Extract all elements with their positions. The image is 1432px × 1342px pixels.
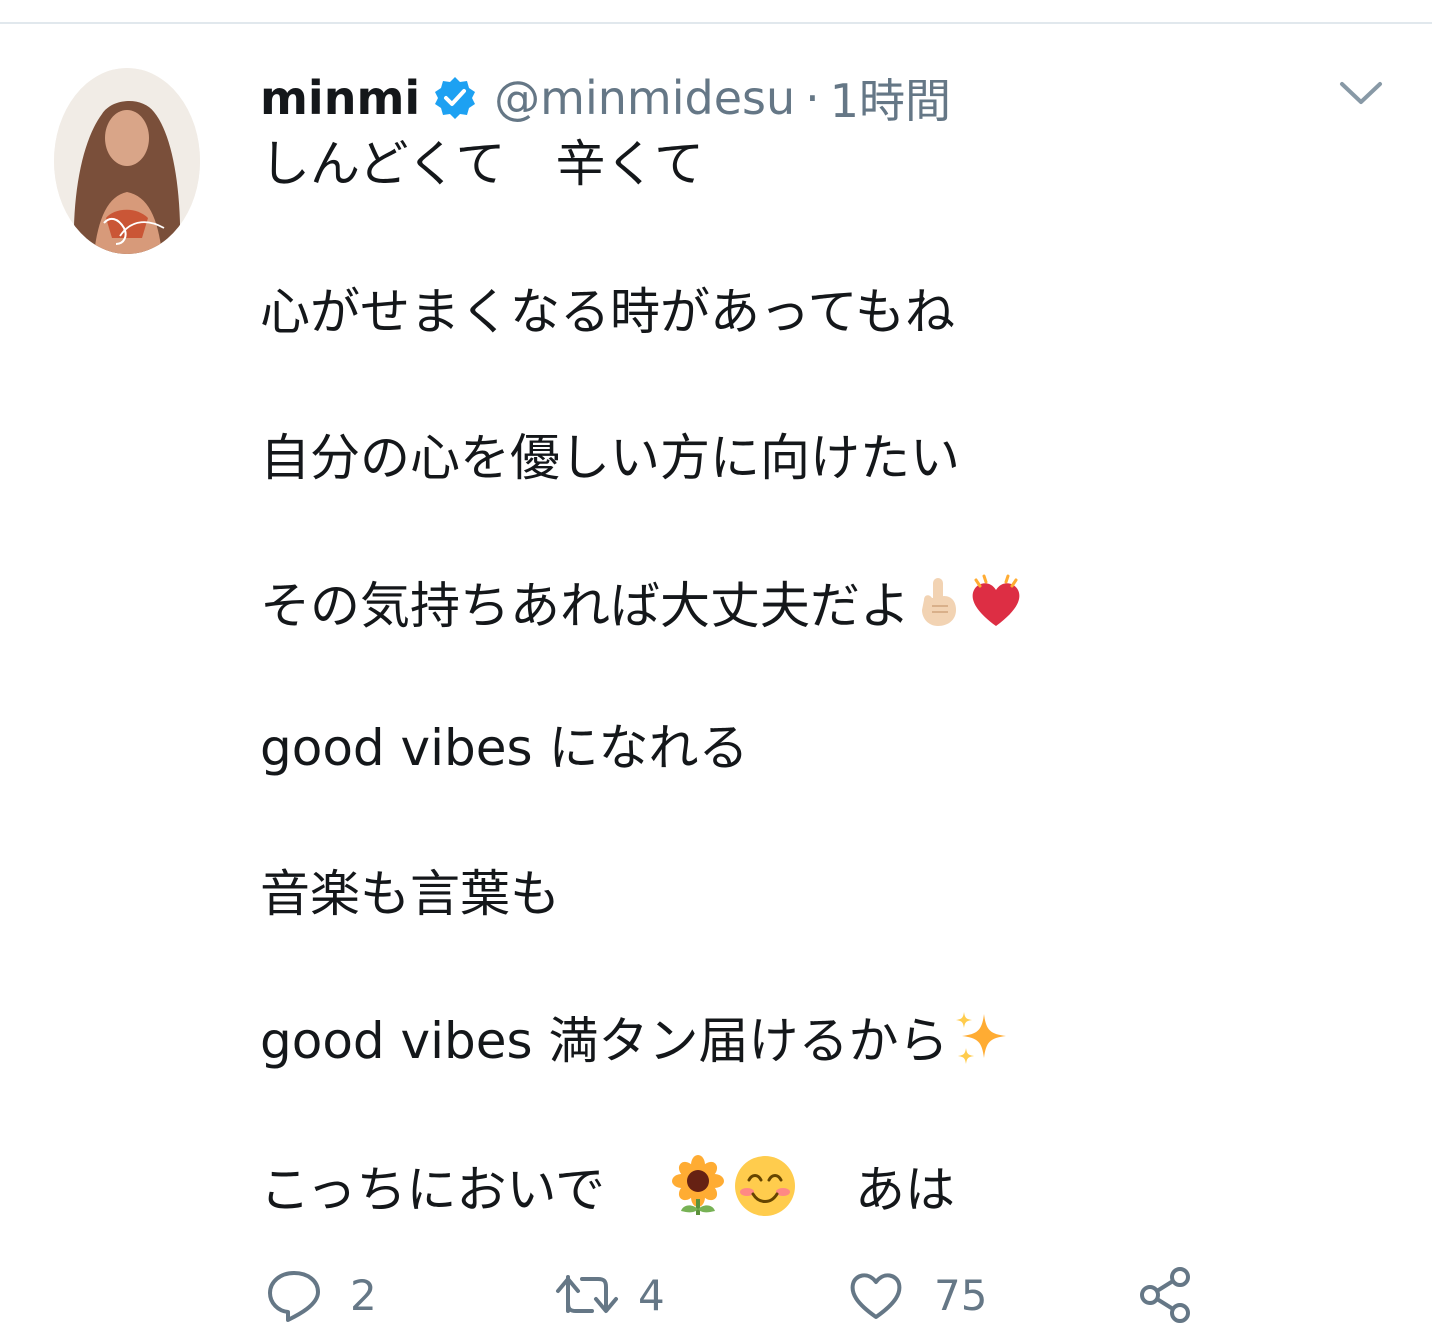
tweet-card[interactable]: minmi @minmidesu · 1時間 しんどくて 辛くて 心がせまくなる… [0,24,1432,1342]
tweet-text-line-4: その気持ちあれば大丈夫だよ [260,577,910,635]
share-button[interactable] [1136,1260,1196,1330]
share-icon [1140,1267,1190,1323]
avatar[interactable] [54,68,200,254]
like-button[interactable]: 75 [846,1260,987,1330]
reply-count: 2 [350,1270,377,1320]
tweet-timestamp[interactable]: 1時間 [830,65,951,131]
verified-badge-icon [432,75,478,121]
tweet-text-line-1: しんどくて 辛くて [260,135,704,193]
reply-button[interactable]: 2 [264,1260,377,1330]
beating-heart-emoji [966,572,1026,647]
sparkles-emoji [952,1008,1010,1081]
tweet-text-line-2: 心がせまくなる時があってもね [260,283,955,341]
tweet-text-line-8-wrap: こっちにおいで あは [260,1154,955,1219]
like-count: 75 [934,1270,988,1320]
reply-icon [268,1271,320,1322]
tweet-text-line-7-wrap: good vibes 満タン届けるから [260,1008,1010,1072]
tweet-header: minmi @minmidesu · 1時間 [260,66,951,130]
tweet-actions: 2 4 75 [0,1260,1432,1330]
tweet-text-line-4-wrap: その気持ちあれば大丈夫だよ [260,572,1026,636]
tweet-text-line-6: 音楽も言葉も [260,865,560,923]
retweet-icon [556,1275,618,1313]
chevron-down-icon[interactable] [1336,74,1386,114]
index-pointing-up-emoji [914,574,962,645]
tweet-text-line-7: good vibes 満タン届けるから [260,1012,949,1070]
tweet-text-line-3: 自分の心を優しい方に向けたい [260,429,960,487]
heart-icon [850,1273,902,1319]
sunflower-emoji [667,1155,729,1232]
author-handle[interactable]: @minmidesu [494,71,795,125]
separator-dot: · [805,71,820,125]
retweet-button[interactable]: 4 [554,1260,665,1330]
tweet-text-line-8: こっちにおいで [260,1161,605,1219]
smiling-face-emoji [733,1154,797,1233]
tweet-text-line-5: good vibes になれる [260,719,749,777]
author-name[interactable]: minmi [260,71,420,125]
tweet-text-line-9: あは [855,1161,955,1219]
retweet-count: 4 [638,1270,665,1320]
